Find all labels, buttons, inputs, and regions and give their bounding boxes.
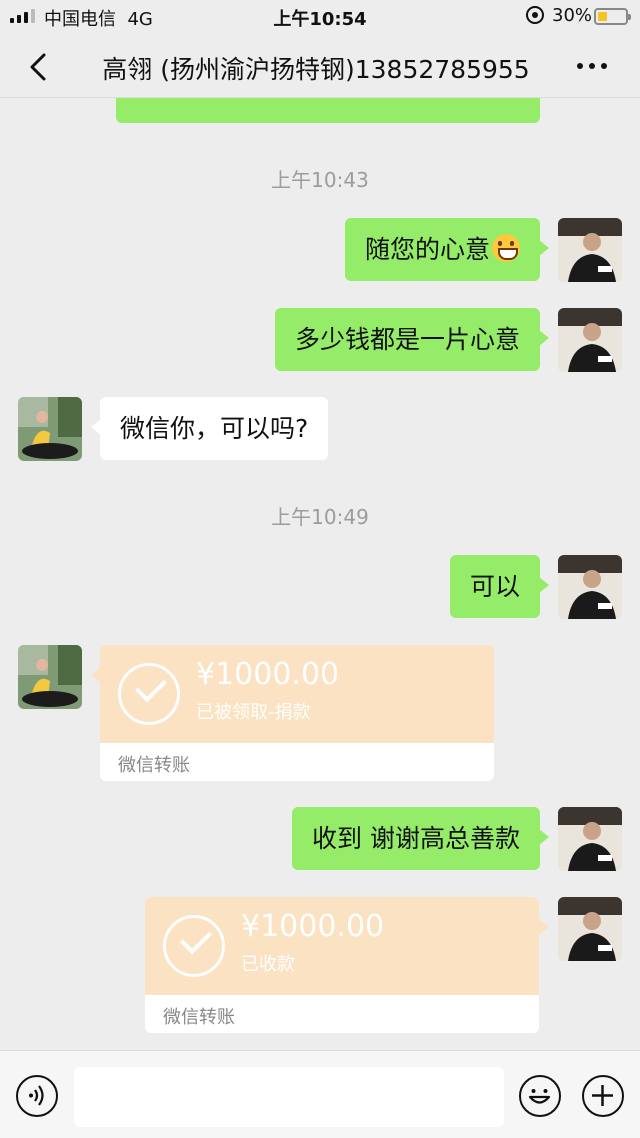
my-avatar[interactable] xyxy=(558,308,622,372)
transfer-card-incoming[interactable]: ¥1000.00 已被领取-捐款 微信转账 xyxy=(100,645,494,781)
plus-icon[interactable] xyxy=(582,1075,624,1117)
message-bubble-outgoing[interactable]: 多少钱都是一片心意 xyxy=(274,308,550,371)
message-bubble-outgoing[interactable]: 收到 谢谢高总善款 xyxy=(292,807,549,870)
battery-percent: 30% xyxy=(552,5,593,26)
bubble-tail xyxy=(539,919,549,935)
transfer-card-outgoing[interactable]: ¥1000.00 已收款 微信转账 xyxy=(145,897,539,1033)
transfer-amount: ¥1000.00 xyxy=(196,657,340,692)
message-bubble-clipped xyxy=(116,98,540,123)
my-avatar[interactable] xyxy=(558,897,622,961)
status-bar: 中国电信 4G 上午10:54 30% xyxy=(0,0,640,34)
message-list[interactable]: 上午10:43 随您的心意 多少钱都是一片心意 微信你，可以吗? 上午10:49… xyxy=(0,98,640,1050)
contact-avatar[interactable] xyxy=(18,645,82,709)
check-circle-icon xyxy=(118,663,180,725)
status-time: 上午10:54 xyxy=(273,9,367,30)
message-input[interactable] xyxy=(74,1067,504,1127)
my-avatar[interactable] xyxy=(558,218,622,282)
input-bar xyxy=(0,1050,640,1138)
transfer-amount: ¥1000.00 xyxy=(241,909,385,944)
message-text: 随您的心意 xyxy=(364,235,490,264)
message-text: 微信你，可以吗? xyxy=(120,414,309,443)
contact-avatar[interactable] xyxy=(18,397,82,461)
message-bubble-outgoing[interactable]: 随您的心意 xyxy=(344,218,550,281)
message-text: 多少钱都是一片心意 xyxy=(294,325,520,354)
my-avatar[interactable] xyxy=(558,555,622,619)
message-text: 可以 xyxy=(469,572,520,601)
transfer-status: 已收款 xyxy=(241,954,295,975)
emoji-icon[interactable] xyxy=(519,1075,561,1117)
orientation-lock-icon xyxy=(526,6,544,24)
my-avatar[interactable] xyxy=(558,807,622,871)
check-circle-icon xyxy=(163,915,225,977)
message-text: 收到 谢谢高总善款 xyxy=(312,824,520,853)
voice-icon[interactable] xyxy=(16,1075,58,1117)
transfer-label: 微信转账 xyxy=(163,1007,235,1028)
battery-icon xyxy=(594,8,631,25)
transfer-label: 微信转账 xyxy=(118,755,190,776)
chat-header: 高翎 (扬州渝沪扬特钢)13852785955 xyxy=(0,34,640,98)
message-timestamp: 上午10:49 xyxy=(271,505,369,529)
grinning-face-icon xyxy=(492,234,520,262)
message-timestamp: 上午10:43 xyxy=(271,168,369,192)
message-bubble-incoming[interactable]: 微信你，可以吗? xyxy=(90,397,329,460)
more-dots-icon[interactable] xyxy=(572,54,612,78)
message-bubble-outgoing[interactable]: 可以 xyxy=(449,555,550,618)
transfer-status: 已被领取-捐款 xyxy=(196,702,311,723)
chat-title: 高翎 (扬州渝沪扬特钢)13852785955 xyxy=(102,55,530,84)
